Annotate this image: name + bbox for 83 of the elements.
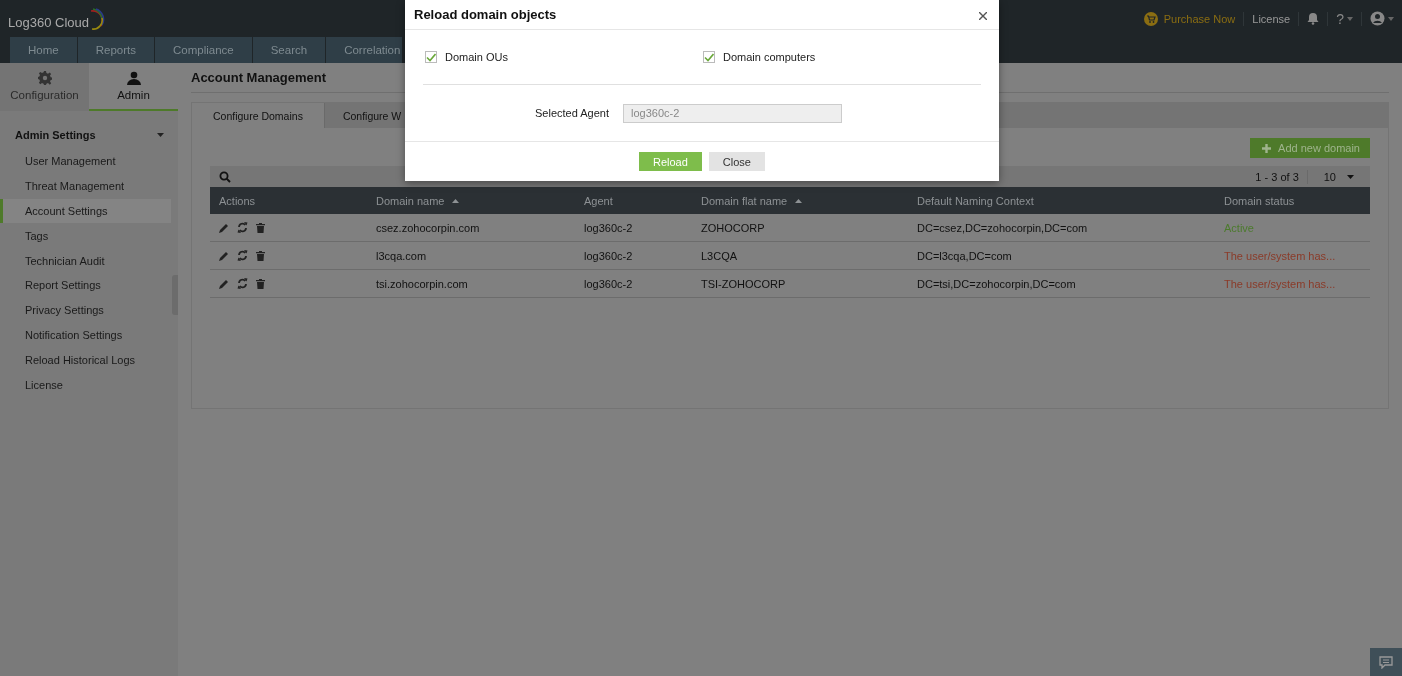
table-cell: L3CQA bbox=[692, 241, 908, 270]
search-icon[interactable] bbox=[219, 170, 231, 183]
edit-icon[interactable] bbox=[219, 278, 229, 289]
sidebar-tab[interactable]: Configuration bbox=[0, 63, 89, 111]
checkbox-label: Domain OUs bbox=[445, 51, 508, 63]
caret-icon bbox=[1347, 174, 1354, 179]
table-cell: l3cqa.com bbox=[367, 241, 575, 270]
status-text: The user/system has... bbox=[1215, 241, 1370, 270]
table-cell: DC=csez,DC=zohocorpin,DC=com bbox=[908, 214, 1215, 242]
refresh-icon[interactable] bbox=[237, 278, 248, 289]
nav-tab[interactable]: Correlation bbox=[326, 37, 403, 63]
column-header[interactable]: Domain flat name bbox=[692, 187, 908, 214]
refresh-icon[interactable] bbox=[237, 222, 248, 233]
user-avatar-icon bbox=[1370, 11, 1385, 26]
sort-up-icon bbox=[795, 198, 803, 203]
table-cell: tsi.zohocorpin.com bbox=[367, 269, 575, 298]
caret-icon bbox=[1347, 16, 1353, 21]
column-header: Domain status bbox=[1215, 187, 1370, 214]
sidebar-item[interactable]: User Management bbox=[0, 149, 171, 174]
table-cell: log360c-2 bbox=[575, 214, 692, 242]
logo-arc-icon bbox=[88, 7, 105, 30]
nav-tab[interactable]: Search bbox=[252, 37, 327, 63]
dismiss-button[interactable]: Close bbox=[708, 152, 765, 171]
dialog-title: Reload domain objects bbox=[414, 7, 558, 22]
reload-button[interactable]: Reload bbox=[639, 152, 702, 171]
table-cell: TSI-ZOHOCORP bbox=[692, 269, 908, 298]
cart-icon bbox=[1143, 11, 1158, 26]
section-heading: Admin Settings bbox=[15, 129, 97, 141]
trash-icon[interactable] bbox=[256, 250, 265, 261]
status-text: The user/system has... bbox=[1215, 269, 1370, 298]
refresh-icon[interactable] bbox=[237, 250, 248, 261]
trash-icon[interactable] bbox=[256, 278, 265, 289]
sidebar-item[interactable]: Reload Historical Logs bbox=[0, 347, 171, 373]
sidebar-item[interactable]: Technician Audit bbox=[0, 248, 171, 273]
sidebar-item[interactable]: Privacy Settings bbox=[0, 297, 171, 323]
gear-icon bbox=[37, 71, 52, 85]
trash-icon[interactable] bbox=[256, 222, 265, 233]
edit-icon[interactable] bbox=[219, 250, 229, 261]
chat-icon bbox=[1379, 655, 1393, 669]
status-text: Active bbox=[1215, 214, 1370, 242]
sidebar-item[interactable]: Account Settings bbox=[0, 198, 171, 224]
column-header: Agent bbox=[575, 187, 692, 214]
chat-button[interactable] bbox=[1370, 648, 1402, 676]
user-menu-button[interactable] bbox=[1370, 11, 1394, 26]
content-tab[interactable]: Configure Domains bbox=[192, 103, 325, 128]
column-header: Actions bbox=[210, 187, 367, 214]
caret-icon[interactable] bbox=[157, 133, 164, 137]
table-cell: csez.zohocorpin.com bbox=[367, 214, 575, 242]
column-header: Default Naming Context bbox=[908, 187, 1215, 214]
sidebar-item[interactable]: Tags bbox=[0, 223, 171, 249]
field-label: Selected Agent bbox=[535, 107, 609, 119]
help-menu-button[interactable]: ? bbox=[1336, 10, 1353, 27]
caret-icon bbox=[1388, 16, 1394, 21]
pagination-text: 1 - 3 of 3 bbox=[1254, 170, 1300, 183]
sort-up-icon bbox=[452, 198, 460, 203]
nav-tab[interactable]: Compliance bbox=[154, 37, 253, 63]
sidebar-item[interactable]: Threat Management bbox=[0, 173, 171, 199]
checkbox[interactable] bbox=[425, 51, 437, 63]
table-cell: log360c-2 bbox=[575, 241, 692, 270]
user-icon bbox=[126, 71, 141, 85]
license-link[interactable]: License bbox=[1252, 12, 1291, 25]
column-header[interactable]: Domain name bbox=[367, 187, 575, 214]
add-domain-button[interactable]: Add new domain bbox=[1250, 138, 1370, 158]
sidebar-tab[interactable]: Admin bbox=[89, 63, 178, 111]
edit-icon[interactable] bbox=[219, 222, 229, 233]
bell-icon[interactable] bbox=[1307, 12, 1320, 25]
table-cell: DC=l3cqa,DC=com bbox=[908, 241, 1215, 270]
table-cell: ZOHOCORP bbox=[692, 214, 908, 242]
sidebar-item[interactable]: License bbox=[0, 372, 171, 397]
page-size-dropdown[interactable]: 10 bbox=[1307, 170, 1370, 183]
sidebar-item[interactable]: Report Settings bbox=[0, 273, 171, 298]
close-icon bbox=[979, 12, 987, 20]
purchase-now-link[interactable]: Purchase Now bbox=[1143, 11, 1236, 26]
agent-field[interactable]: log360c-2 bbox=[623, 103, 842, 123]
sidebar-item[interactable]: Notification Settings bbox=[0, 322, 171, 348]
table-cell: DC=tsi,DC=zohocorpin,DC=com bbox=[908, 269, 1215, 298]
nav-tab[interactable]: Home bbox=[10, 37, 78, 63]
plus-icon bbox=[1262, 143, 1272, 153]
table-cell: log360c-2 bbox=[575, 269, 692, 298]
checkbox[interactable] bbox=[703, 51, 715, 63]
nav-tab[interactable]: Reports bbox=[77, 37, 155, 63]
checkbox-label: Domain computers bbox=[723, 51, 816, 63]
app-logo-text: Log360 Cloud bbox=[8, 14, 89, 30]
